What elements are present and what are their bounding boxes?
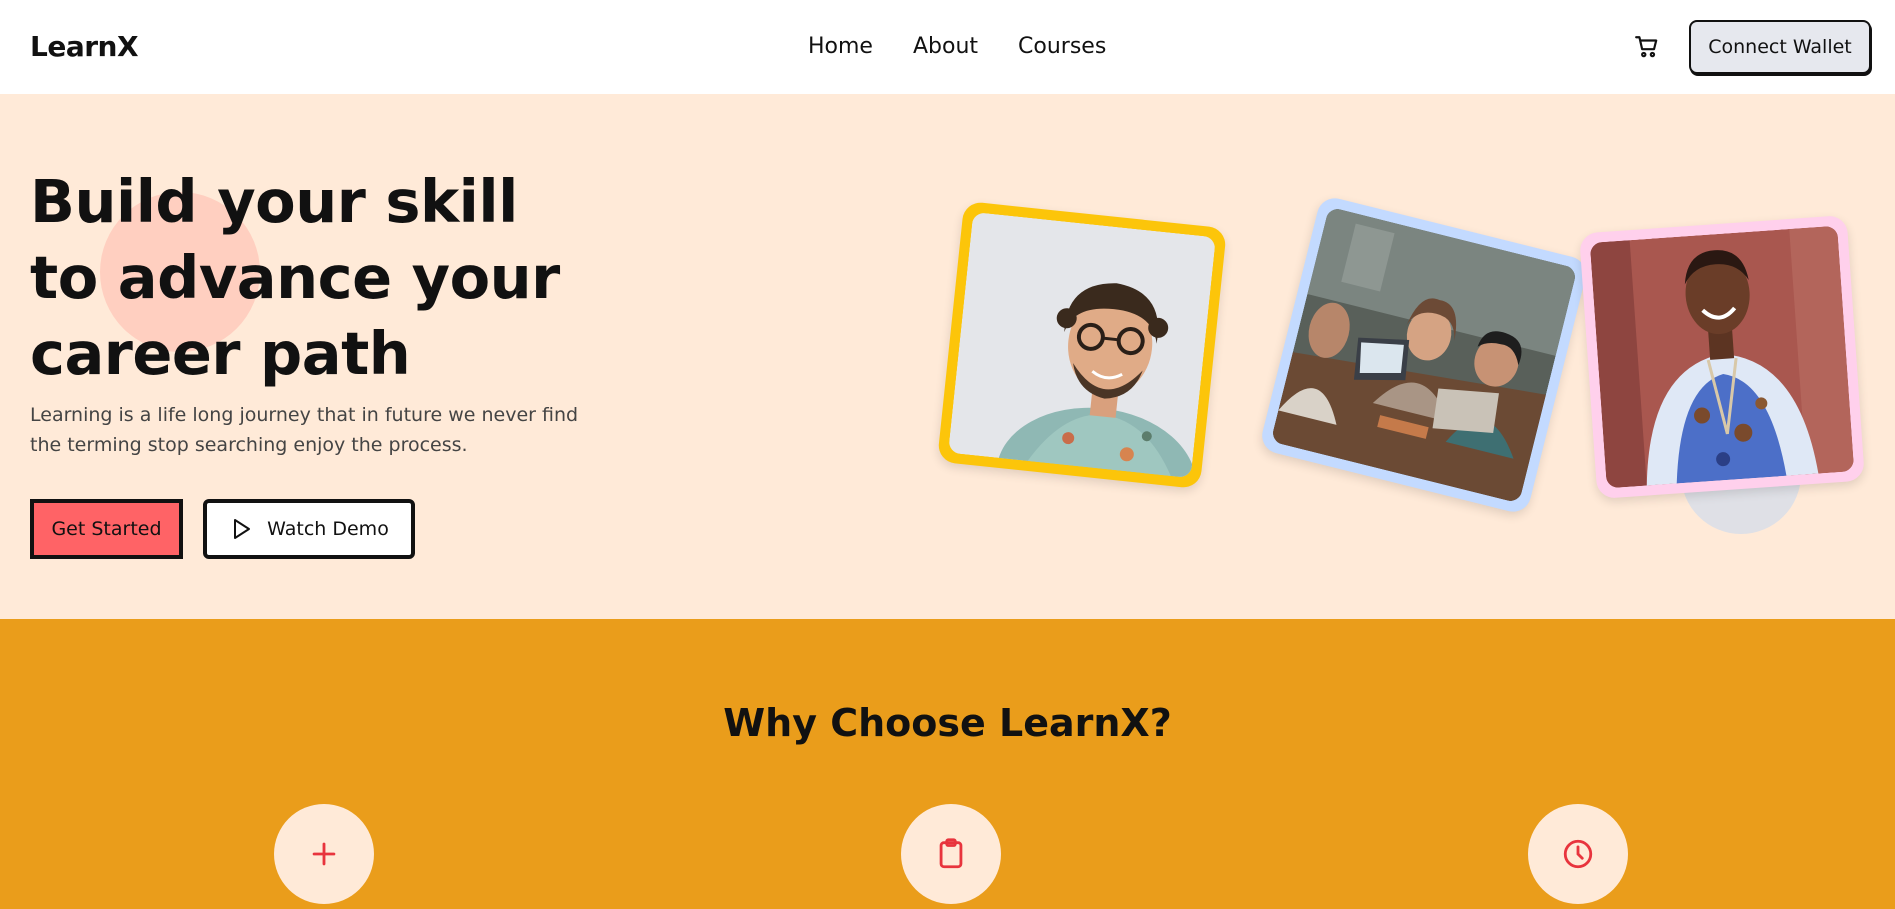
hero-title-line-2: to advance your <box>30 243 560 312</box>
nav-link-home[interactable]: Home <box>808 34 873 59</box>
hero-title-line-1: Build your skill <box>30 167 518 236</box>
clock-icon <box>1563 839 1593 869</box>
features-title: Why Choose LearnX? <box>723 701 1172 745</box>
nav-link-courses[interactable]: Courses <box>1018 34 1106 59</box>
group-study-card <box>1258 194 1590 516</box>
feature-clipboard-circle <box>901 804 1001 904</box>
connect-wallet-button[interactable]: Connect Wallet <box>1689 20 1871 74</box>
play-icon <box>234 519 251 539</box>
nav-links: Home About Courses <box>808 34 1106 59</box>
cart-icon[interactable] <box>1634 34 1660 60</box>
clipboard-icon <box>939 838 963 869</box>
woman-portrait-card <box>1579 214 1865 500</box>
watch-demo-button[interactable]: Watch Demo <box>203 499 415 559</box>
man-portrait-photo <box>948 211 1216 479</box>
man-portrait-card <box>937 200 1227 490</box>
get-started-button[interactable]: Get Started <box>30 499 183 559</box>
features-section: Why Choose LearnX? <box>0 619 1895 909</box>
nav-link-about[interactable]: About <box>913 34 978 59</box>
group-study-photo <box>1270 206 1578 504</box>
hero-section: Build your skill to advance your career … <box>0 94 1895 619</box>
navbar: LearnX Home About Courses Connect Wallet <box>0 0 1895 94</box>
feature-plus-circle <box>274 804 374 904</box>
feature-clock-circle <box>1528 804 1628 904</box>
plus-icon <box>312 842 336 866</box>
watch-demo-label: Watch Demo <box>267 518 389 540</box>
woman-portrait-photo <box>1589 225 1855 489</box>
hero-title-line-3: career path <box>30 319 411 388</box>
hero-subtitle: Learning is a life long journey that in … <box>30 404 579 456</box>
logo[interactable]: LearnX <box>30 30 139 63</box>
hero-title: Build your skill to advance your career … <box>30 164 560 392</box>
